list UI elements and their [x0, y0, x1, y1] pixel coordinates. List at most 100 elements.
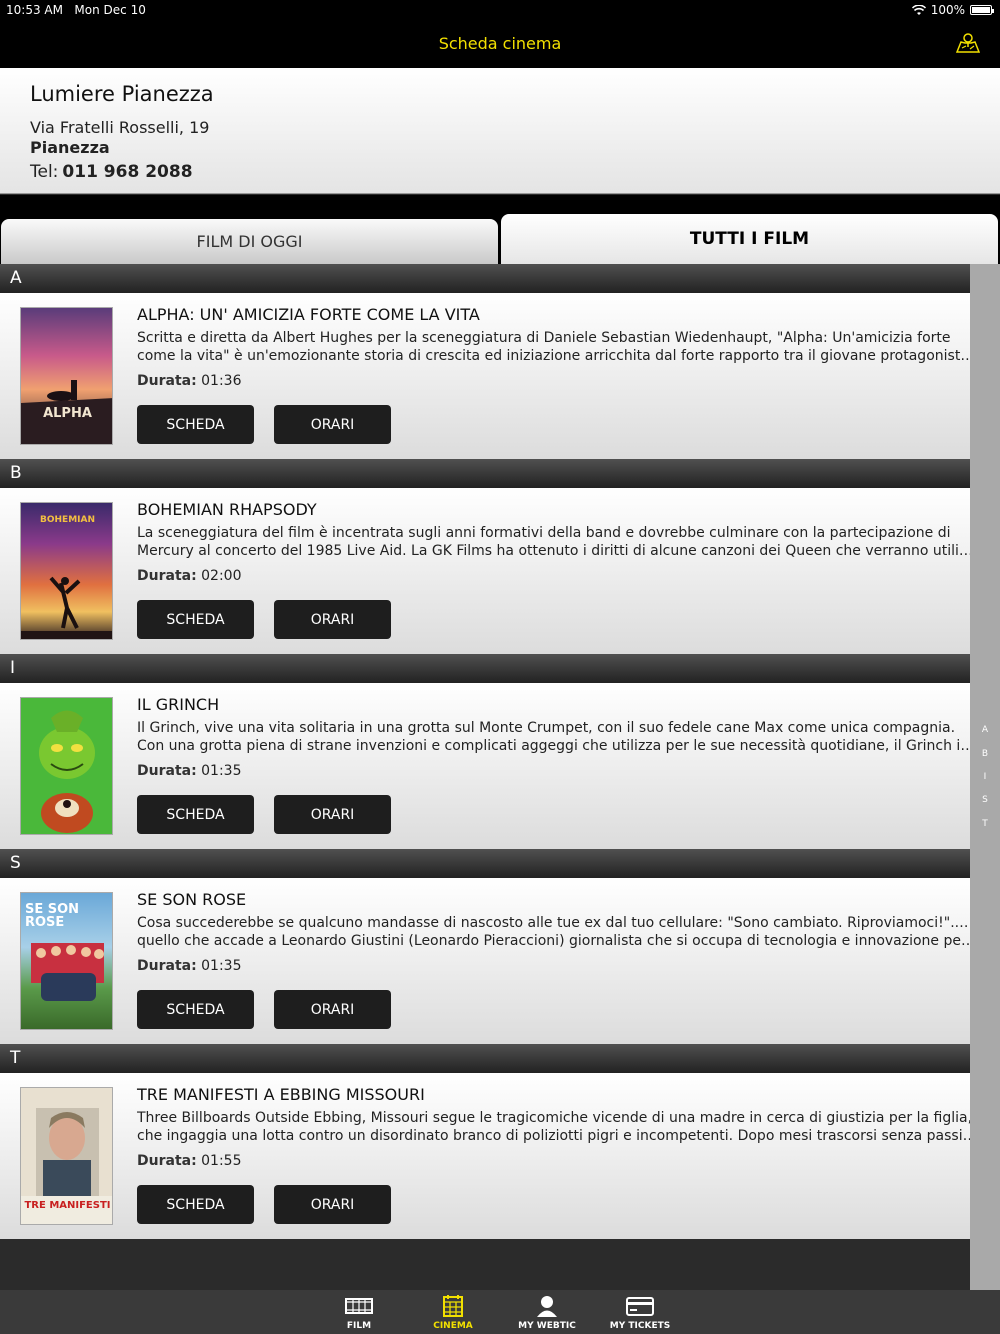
cinema-name: Lumiere Pianezza	[30, 82, 214, 106]
battery-icon	[970, 5, 994, 15]
desc-line-1: Cosa succederebbe se qualcuno mandasse d…	[137, 915, 979, 931]
film-title: ALPHA: UN' AMICIZIA FORTE COME LA VITA	[137, 305, 480, 324]
duration-label: Durata:	[137, 763, 197, 779]
poster-tre-manifesti[interactable]: TRE MANIFESTI	[20, 1087, 113, 1225]
tabbar-my-webtic[interactable]: MY WEBTIC	[507, 1290, 587, 1334]
duration-label: Durata:	[137, 958, 197, 974]
phone-number[interactable]: 011 968 2088	[62, 162, 192, 182]
film-row-se-son-rose[interactable]: SE SON ROSE SE SON ROSE Cosa succederebb…	[0, 878, 979, 1044]
duration-label: Durata:	[137, 568, 197, 584]
film-title: TRE MANIFESTI A EBBING MISSOURI	[137, 1085, 425, 1104]
index-b[interactable]: B	[970, 749, 1000, 759]
film-list[interactable]: A ALPHA ALPHA: UN' AMICIZIA FORTE COME L…	[0, 264, 979, 1240]
desc-line-1: Three Billboards Outside Ebbing, Missour…	[137, 1110, 973, 1126]
page-title: Scheda cinema	[438, 34, 562, 53]
orari-button[interactable]: ORARI	[274, 405, 391, 444]
scheda-button[interactable]: SCHEDA	[137, 795, 254, 834]
section-header-t: T	[0, 1044, 970, 1073]
scheda-button[interactable]: SCHEDA	[137, 1185, 254, 1224]
user-icon	[537, 1296, 557, 1317]
orari-button[interactable]: ORARI	[274, 795, 391, 834]
film-row-tre-manifesti[interactable]: TRE MANIFESTI TRE MANIFESTI A EBBING MIS…	[0, 1073, 979, 1239]
duration-value: 01:35	[201, 958, 242, 974]
desc-line-2: Con una grotta piena di strane invenzion…	[137, 738, 979, 754]
film-title: SE SON ROSE	[137, 890, 247, 909]
poster-title: SE SON ROSE	[25, 902, 80, 930]
desc-line-2: Mercury al concerto del 1985 Live Aid. L…	[137, 543, 979, 559]
index-i[interactable]: I	[970, 772, 1000, 782]
section-header-a: A	[0, 264, 970, 293]
tabbar-label: CINEMA	[433, 1321, 473, 1331]
film-row-il-grinch[interactable]: IL GRINCH Il Grinch, vive una vita solit…	[0, 683, 979, 849]
film-description: Il Grinch, vive una vita solitaria in un…	[137, 719, 979, 755]
orari-button[interactable]: ORARI	[274, 990, 391, 1029]
index-s[interactable]: S	[970, 795, 1000, 805]
poster-alpha[interactable]: ALPHA	[20, 307, 113, 445]
section-header-i: I	[0, 654, 970, 683]
desc-line-1: La sceneggiatura del film è incentrata s…	[137, 525, 951, 541]
film-row-bohemian-rhapsody[interactable]: BOHEMIAN BOHEMIAN RHAPSODY La sceneggiat…	[0, 488, 979, 654]
tabbar-label: MY TICKETS	[609, 1321, 671, 1331]
scheda-button[interactable]: SCHEDA	[137, 600, 254, 639]
wifi-icon	[911, 4, 926, 15]
duration-value: 01:35	[201, 763, 242, 779]
cinema-address: Via Fratelli Rosselli, 19	[30, 118, 210, 137]
film-duration: Durata: 01:35	[137, 958, 242, 974]
status-date: Mon Dec 10	[74, 3, 146, 17]
film-duration: Durata: 01:36	[137, 373, 242, 389]
poster-title: TRE MANIFESTI	[24, 1200, 111, 1211]
duration-label: Durata:	[137, 373, 197, 389]
film-title: BOHEMIAN RHAPSODY	[137, 500, 317, 519]
orari-button[interactable]: ORARI	[274, 600, 391, 639]
film-description: Three Billboards Outside Ebbing, Missour…	[137, 1109, 979, 1145]
film-strip-icon	[345, 1298, 373, 1314]
index-t[interactable]: T	[970, 819, 1000, 829]
credit-card-icon	[626, 1297, 654, 1316]
battery-percent: 100%	[930, 3, 965, 17]
tabbar-cinema[interactable]: CINEMA	[413, 1290, 493, 1334]
cinema-city: Pianezza	[30, 138, 110, 157]
index-a[interactable]: A	[970, 725, 1000, 735]
navigation-bar: 10:53 AM Mon Dec 10 100% Scheda cinema	[0, 0, 1000, 68]
poster-title: BOHEMIAN	[40, 515, 95, 525]
poster-se-son-rose[interactable]: SE SON ROSE	[20, 892, 113, 1030]
scheda-button[interactable]: SCHEDA	[137, 405, 254, 444]
section-header-b: B	[0, 459, 970, 488]
desc-line-1: Scritta e diretta da Albert Hughes per l…	[137, 330, 951, 346]
tab-tutti-i-film[interactable]: TUTTI I FILM	[501, 214, 998, 264]
poster-art	[39, 710, 95, 833]
poster-il-grinch[interactable]	[20, 697, 113, 835]
cinema-phone[interactable]: Tel: 011 968 2088	[30, 162, 193, 182]
tabbar-my-tickets[interactable]: MY TICKETS	[600, 1290, 680, 1334]
status-clock: 10:53 AM	[6, 3, 63, 17]
tab-film-di-oggi[interactable]: FILM DI OGGI	[1, 219, 498, 264]
film-duration: Durata: 01:55	[137, 1153, 242, 1169]
film-duration: Durata: 01:35	[137, 763, 242, 779]
desc-line-2: come la vita" è un'emozionante storia di…	[137, 348, 979, 364]
status-time: 10:53 AM Mon Dec 10	[6, 3, 146, 17]
duration-value: 01:55	[201, 1153, 242, 1169]
tab-bar: FILM CINEMA MY WEBTIC MY TICKETS	[0, 1290, 1000, 1334]
duration-label: Durata:	[137, 1153, 197, 1169]
film-description: La sceneggiatura del film è incentrata s…	[137, 524, 979, 560]
orari-button[interactable]: ORARI	[274, 1185, 391, 1224]
scheda-button[interactable]: SCHEDA	[137, 990, 254, 1029]
status-indicators: 100%	[911, 3, 994, 17]
film-row-alpha[interactable]: ALPHA ALPHA: UN' AMICIZIA FORTE COME LA …	[0, 293, 979, 459]
tabbar-film[interactable]: FILM	[319, 1290, 399, 1334]
cinema-details: Lumiere Pianezza Via Fratelli Rosselli, …	[0, 68, 1000, 194]
tabbar-label: MY WEBTIC	[518, 1321, 576, 1331]
tabbar-label: FILM	[346, 1321, 372, 1331]
duration-value: 02:00	[201, 568, 242, 584]
section-header-s: S	[0, 849, 970, 878]
map-icon[interactable]	[956, 32, 980, 54]
film-duration: Durata: 02:00	[137, 568, 242, 584]
film-description: Cosa succederebbe se qualcuno mandasse d…	[137, 914, 979, 950]
film-description: Scritta e diretta da Albert Hughes per l…	[137, 329, 979, 365]
film-title: IL GRINCH	[137, 695, 220, 714]
calendar-icon	[443, 1295, 463, 1317]
poster-bohemian-rhapsody[interactable]: BOHEMIAN	[20, 502, 113, 640]
desc-line-2: quello che accade a Leonardo Giustini (L…	[137, 933, 979, 949]
section-index[interactable]: A B I S T	[970, 264, 1000, 1290]
phone-label: Tel:	[30, 162, 59, 182]
